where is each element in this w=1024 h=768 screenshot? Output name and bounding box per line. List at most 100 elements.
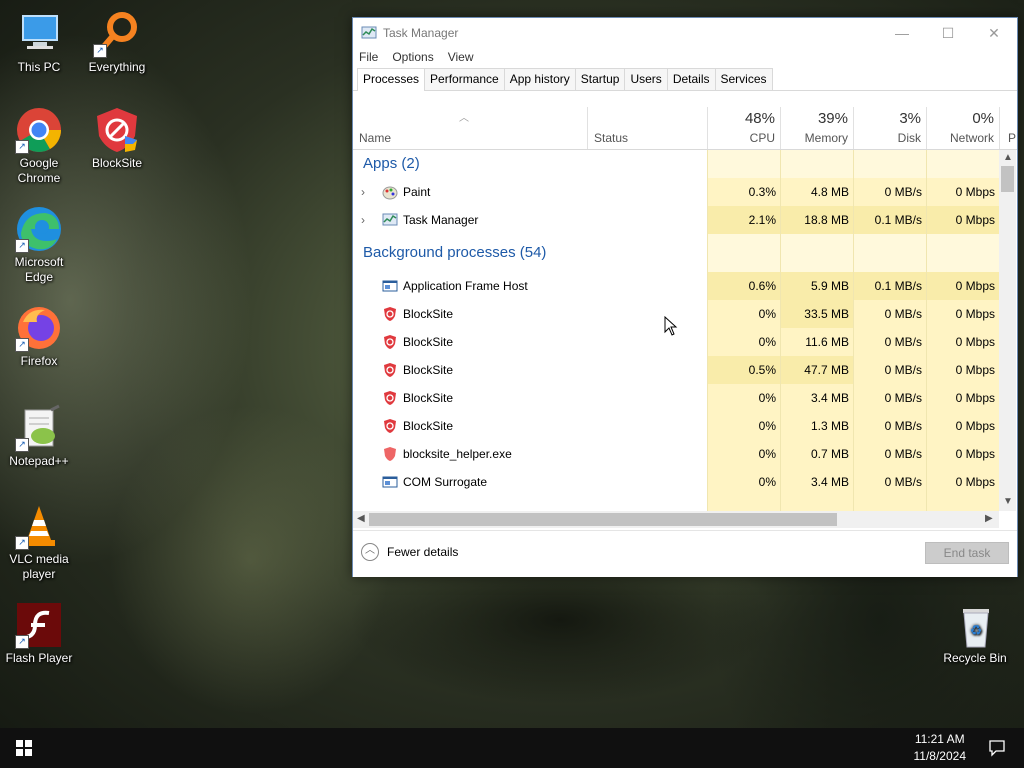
network-label: Network (949, 131, 994, 145)
process-row[interactable]: › Paint 0.3% 4.8 MB 0 MB/s 0 Mbps (353, 178, 999, 206)
process-name: BlockSite (403, 307, 454, 321)
expand-chevron-icon[interactable]: › (361, 206, 365, 234)
tab-startup[interactable]: Startup (574, 68, 626, 90)
desktop-icon-vlc-media-player[interactable]: ↗ VLC media player (1, 502, 77, 582)
blocksite-icon (384, 363, 396, 377)
column-status-area[interactable]: Status (587, 107, 707, 149)
process-name: Application Frame Host (403, 279, 528, 293)
blocksite-icon (384, 419, 396, 433)
firefox-icon: ↗ (15, 304, 63, 352)
network-cell: 0 Mbps (926, 206, 999, 234)
tab-performance[interactable]: Performance (424, 68, 505, 90)
column-power-partial[interactable]: P (999, 107, 1017, 149)
process-row[interactable]: BlockSite 0% 3.4 MB 0 MB/s 0 Mbps (353, 384, 999, 412)
recycle-bin-icon: ♻ (951, 601, 999, 649)
process-row[interactable]: BlockSite 0.5% 47.7 MB 0 MB/s 0 Mbps (353, 356, 999, 384)
column-status: Status (594, 131, 629, 145)
horizontal-scroll-thumb[interactable] (369, 513, 837, 526)
tab-details[interactable]: Details (666, 68, 716, 90)
desktop-icon-microsoft-edge[interactable]: ↗ Microsoft Edge (1, 205, 77, 285)
network-cell: 0 Mbps (926, 468, 999, 496)
minimize-button[interactable]: — (879, 18, 925, 48)
column-disk[interactable]: 3% Disk (853, 107, 926, 149)
process-row[interactable]: blocksite_helper.exe 0% 0.7 MB 0 MB/s 0 … (353, 440, 999, 468)
disk-cell: 0.1 MB/s (853, 206, 926, 234)
footer-bar: ︿ Fewer details End task (353, 530, 1017, 577)
cpu-total: 48% (744, 110, 775, 127)
desktop-icon-firefox[interactable]: ↗ Firefox (1, 304, 77, 369)
windows-logo-icon (16, 740, 32, 756)
vertical-scroll-thumb[interactable] (1001, 166, 1014, 192)
desktop-icon-notepad-plus-plus[interactable]: ↗ Notepad++ (1, 404, 77, 469)
column-memory[interactable]: 39% Memory (780, 107, 853, 149)
scroll-down-icon[interactable]: ▼ (1003, 496, 1013, 507)
desktop-icon-label: Recycle Bin (943, 651, 1007, 665)
tab-processes[interactable]: Processes (357, 68, 426, 91)
column-cpu[interactable]: 48% CPU (707, 107, 780, 149)
fewer-details-button[interactable]: ︿ Fewer details (361, 543, 458, 561)
menu-view[interactable]: View (448, 48, 474, 66)
desktop-icon-label: Google Chrome (17, 156, 61, 185)
window-title: Task Manager (383, 26, 459, 40)
disk-label: Disk (897, 131, 921, 145)
process-row[interactable]: COM Surrogate 0% 3.4 MB 0 MB/s 0 Mbps (353, 468, 999, 496)
blocksite-shield-icon (93, 106, 141, 154)
maximize-button[interactable]: ☐ (925, 18, 971, 48)
desktop-icon-this-pc[interactable]: This PC (1, 10, 77, 75)
memory-label: Memory (804, 131, 848, 145)
com-surrogate-icon (382, 476, 398, 488)
desktop-icon-label: Firefox (20, 354, 58, 368)
process-name: BlockSite (403, 419, 454, 433)
scroll-up-icon[interactable]: ▲ (1003, 152, 1013, 163)
process-row[interactable]: BlockSite 0% 1.3 MB 0 MB/s 0 Mbps (353, 412, 999, 440)
blocksite-icon (384, 307, 396, 321)
disk-cell: 0 MB/s (853, 468, 926, 496)
tab-users[interactable]: Users (624, 68, 668, 90)
network-cell: 0 Mbps (926, 356, 999, 384)
scroll-right-icon[interactable]: ▶ (985, 513, 993, 524)
network-total: 0% (972, 110, 994, 127)
close-button[interactable]: ✕ (971, 18, 1017, 48)
process-name: blocksite_helper.exe (403, 447, 512, 461)
column-network[interactable]: 0% Network (926, 107, 999, 149)
fewer-details-label: Fewer details (387, 545, 459, 559)
process-row[interactable]: Application Frame Host 0.6% 5.9 MB 0.1 M… (353, 272, 999, 300)
menu-options[interactable]: Options (392, 48, 433, 66)
svg-text:♻: ♻ (970, 622, 983, 638)
system-clock[interactable]: 11:21 AM 11/8/2024 (914, 731, 967, 765)
desktop-icon-label: BlockSite (91, 156, 143, 170)
vertical-scrollbar[interactable]: ▲ ▼ (999, 150, 1016, 511)
chevron-up-icon: ︿ (361, 543, 379, 561)
desktop-icon-label: Flash Player (5, 651, 73, 665)
tab-services[interactable]: Services (714, 68, 773, 90)
desktop-icon-everything[interactable]: ↗ Everything (79, 10, 155, 75)
process-name: BlockSite (403, 335, 454, 349)
shortcut-arrow-icon: ↗ (15, 635, 29, 649)
blocksite-icon (384, 391, 396, 405)
task-manager-window: Task Manager — ☐ ✕ File Options View Pro… (352, 17, 1018, 577)
blocksite-icon (384, 335, 396, 349)
cpu-cell: 0% (707, 384, 780, 412)
action-center-icon[interactable] (988, 739, 1006, 757)
expand-chevron-icon[interactable]: › (361, 178, 365, 206)
start-button[interactable] (0, 728, 48, 768)
shortcut-arrow-icon: ↗ (15, 438, 29, 452)
desktop-icon-flash-player[interactable]: ↗ Flash Player (1, 601, 77, 666)
scroll-left-icon[interactable]: ◀ (357, 513, 365, 524)
network-cell: 0 Mbps (926, 440, 999, 468)
cpu-cell: 0% (707, 412, 780, 440)
memory-cell: 3.4 MB (780, 384, 853, 412)
desktop-icon-recycle-bin[interactable]: ♻ Recycle Bin (937, 601, 1013, 666)
menu-file[interactable]: File (359, 48, 378, 66)
task-manager-icon (382, 213, 398, 226)
tab-app-history[interactable]: App history (503, 68, 576, 90)
process-row[interactable]: › Task Manager 2.1% 18.8 MB 0.1 MB/s 0 M… (353, 206, 999, 234)
desktop-icon-google-chrome[interactable]: ↗ Google Chrome (1, 106, 77, 186)
process-row-partial (353, 496, 999, 511)
network-cell: 0 Mbps (926, 328, 999, 356)
horizontal-scrollbar[interactable]: ◀ ▶ (353, 511, 999, 528)
desktop-icon-blocksite[interactable]: BlockSite (79, 106, 155, 171)
end-task-button[interactable]: End task (925, 542, 1009, 564)
title-bar[interactable]: Task Manager — ☐ ✕ (353, 18, 1017, 48)
column-name[interactable]: Name (359, 131, 391, 145)
